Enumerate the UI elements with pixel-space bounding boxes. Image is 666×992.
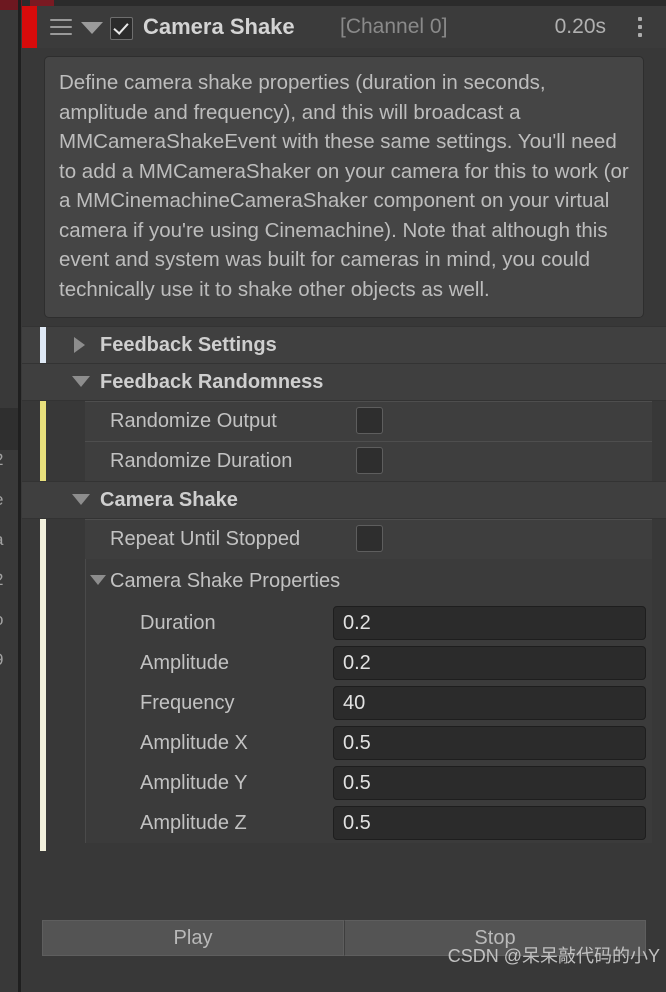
row-randomize-duration[interactable]: Randomize Duration xyxy=(22,441,666,481)
play-button[interactable]: Play xyxy=(42,920,344,956)
repeat-until-stopped-checkbox[interactable] xyxy=(356,525,383,552)
feedback-enabled-checkbox[interactable] xyxy=(110,17,133,40)
panel-divider xyxy=(18,0,21,992)
row-randomize-output[interactable]: Randomize Output xyxy=(22,401,666,441)
edge-glyph: 2 xyxy=(0,560,18,600)
section-feedback-settings[interactable]: Feedback Settings xyxy=(22,326,666,364)
row-label: Randomize Output xyxy=(110,409,277,432)
row-amplitude-z[interactable]: Amplitude Z 0.5 xyxy=(22,803,666,843)
field-label: Frequency xyxy=(140,691,235,714)
amplitude-y-input[interactable]: 0.5 xyxy=(333,766,646,800)
section-camera-shake[interactable]: Camera Shake xyxy=(22,481,666,519)
left-edge-panel: 2 e a 2 o 9 xyxy=(0,0,22,992)
subsection-camera-shake-properties[interactable]: Camera Shake Properties xyxy=(22,559,666,603)
chevron-down-icon[interactable] xyxy=(81,22,103,34)
row-amplitude-x[interactable]: Amplitude X 0.5 xyxy=(22,723,666,763)
footer-bar: Play Stop CSDN @呆呆敲代码的小Y xyxy=(22,910,666,992)
field-label: Duration xyxy=(140,611,216,634)
field-label: Amplitude Z xyxy=(140,811,247,834)
row-label: Randomize Duration xyxy=(110,449,293,472)
description-text: Define camera shake properties (duration… xyxy=(59,71,635,301)
chevron-down-icon[interactable] xyxy=(90,575,106,585)
amplitude-input[interactable]: 0.2 xyxy=(333,646,646,680)
chevron-down-icon[interactable] xyxy=(72,376,90,387)
amplitude-z-input[interactable]: 0.5 xyxy=(333,806,646,840)
feedback-duration-label: 0.20s xyxy=(554,15,606,38)
kebab-menu-icon[interactable] xyxy=(638,17,644,39)
row-repeat-until-stopped[interactable]: Repeat Until Stopped xyxy=(22,519,666,559)
edge-glyph: 2 xyxy=(0,440,18,480)
field-label: Amplitude xyxy=(140,651,229,674)
group-feedback-randomness: Feedback Randomness Randomize Output Ran… xyxy=(22,364,666,486)
field-label: Amplitude Y xyxy=(140,771,248,794)
chevron-right-icon[interactable] xyxy=(74,337,85,353)
watermark-text: CSDN @呆呆敲代码的小Y xyxy=(447,946,660,966)
unity-inspector-panel: 2 e a 2 o 9 Camera Shake [Channel 0] 0.2… xyxy=(0,0,666,992)
subsection-label: Camera Shake Properties xyxy=(110,569,341,592)
settings-list: Feedback Settings Feedback Randomness Ra… xyxy=(22,326,666,851)
chevron-down-icon[interactable] xyxy=(72,494,90,505)
row-label: Repeat Until Stopped xyxy=(110,527,301,550)
left-edge-clipped-text: 2 e a 2 o 9 xyxy=(0,440,18,680)
edge-glyph: o xyxy=(0,600,18,640)
feedback-title: Camera Shake xyxy=(143,14,295,39)
feedback-header[interactable]: Camera Shake [Channel 0] 0.20s xyxy=(22,6,666,49)
section-feedback-randomness[interactable]: Feedback Randomness xyxy=(22,364,666,401)
frequency-input[interactable]: 40 xyxy=(333,686,646,720)
feedback-color-bar xyxy=(22,6,37,48)
section-accent-bar xyxy=(40,327,46,363)
duration-input[interactable]: 0.2 xyxy=(333,606,646,640)
row-duration[interactable]: Duration 0.2 xyxy=(22,603,666,643)
row-amplitude-y[interactable]: Amplitude Y 0.5 xyxy=(22,763,666,803)
edge-glyph: 9 xyxy=(0,640,18,680)
feedback-channel-label: [Channel 0] xyxy=(340,15,448,38)
row-frequency[interactable]: Frequency 40 xyxy=(22,683,666,723)
randomize-duration-checkbox[interactable] xyxy=(356,447,383,474)
amplitude-x-input[interactable]: 0.5 xyxy=(333,726,646,760)
section-label: Camera Shake xyxy=(100,488,238,511)
section-label: Feedback Randomness xyxy=(100,370,324,393)
group-camera-shake-properties: Camera Shake Properties Duration 0.2 Amp… xyxy=(22,559,666,843)
drag-handle-icon[interactable] xyxy=(50,19,72,35)
edge-glyph: a xyxy=(0,520,18,560)
group-camera-shake: Camera Shake Repeat Until Stopped Camera… xyxy=(22,481,666,851)
description-box: Define camera shake properties (duration… xyxy=(44,56,644,318)
section-label: Feedback Settings xyxy=(100,333,277,356)
edge-glyph: e xyxy=(0,480,18,520)
field-label: Amplitude X xyxy=(140,731,248,754)
inspector-body: Define camera shake properties (duration… xyxy=(22,48,666,992)
row-amplitude[interactable]: Amplitude 0.2 xyxy=(22,643,666,683)
randomize-output-checkbox[interactable] xyxy=(356,407,383,434)
